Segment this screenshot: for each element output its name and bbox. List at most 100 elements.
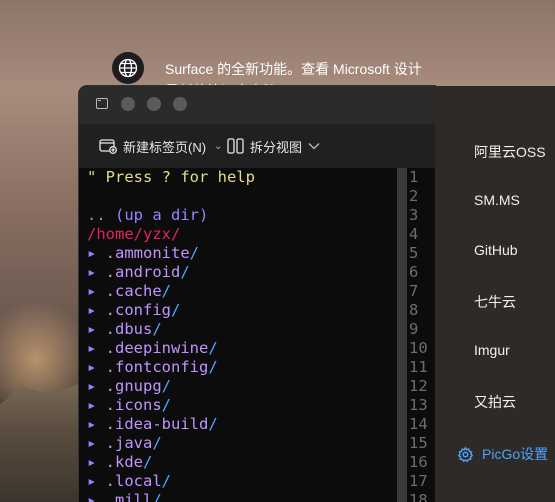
line-number: 3 — [409, 206, 419, 224]
globe-icon — [112, 52, 144, 84]
directory-name: .deepinwine — [105, 339, 209, 357]
line-number: 12 — [409, 377, 428, 395]
directory-slash: / — [152, 320, 162, 338]
gear-icon — [457, 445, 474, 462]
maximize-window-button[interactable] — [173, 97, 187, 111]
upload-menu: 阿里云OSS SM.MS GitHub 七牛云 Imgur 又拍云 PicGo设… — [435, 86, 555, 502]
directory-entry[interactable]: ▸ .config/ — [87, 301, 397, 320]
menu-item-qiniu[interactable]: 七牛云 — [474, 292, 516, 312]
collapsed-arrow-icon: ▸ — [87, 472, 106, 490]
chevron-down-icon[interactable]: ⌄ — [214, 141, 222, 152]
current-path: /home/yzx/ — [87, 225, 181, 243]
directory-slash: / — [208, 358, 218, 376]
settings-label: PicGo设置 — [482, 446, 549, 462]
directory-slash: / — [208, 339, 218, 357]
directory-entry[interactable]: ▸ .deepinwine/ — [87, 339, 397, 358]
directory-name: .mill — [105, 491, 153, 502]
terminal-window: 新建标签页(N) ⌄ 拆分视图 " Press ? for help .. (u… — [79, 86, 435, 502]
menu-item-smms[interactable]: SM.MS — [474, 192, 520, 208]
directory-slash: / — [152, 434, 162, 452]
directory-slash: / — [180, 263, 190, 281]
collapsed-arrow-icon: ▸ — [87, 415, 106, 433]
split-view-icon — [227, 138, 244, 154]
directory-name: .idea-build — [105, 415, 209, 433]
directory-slash: / — [161, 396, 172, 414]
directory-entry[interactable]: ▸ .cache/ — [87, 282, 397, 301]
directory-name: .local — [105, 472, 162, 490]
line-number: 16 — [409, 453, 428, 471]
line-number: 14 — [409, 415, 428, 433]
directory-name: .java — [105, 434, 153, 452]
directory-name: .cache — [105, 282, 162, 300]
collapsed-arrow-icon: ▸ — [87, 453, 106, 471]
directory-slash: / — [143, 453, 153, 471]
directory-name: .icons — [105, 396, 162, 414]
collapsed-arrow-icon: ▸ — [87, 301, 106, 319]
directory-slash: / — [161, 282, 172, 300]
line-number: 7 — [409, 282, 419, 300]
collapsed-arrow-icon: ▸ — [87, 377, 106, 395]
directory-name: .config — [105, 301, 171, 319]
directory-entry[interactable]: ▸ .kde/ — [87, 453, 397, 472]
directory-entry[interactable]: ▸ .idea-build/ — [87, 415, 397, 434]
menu-item-imgur[interactable]: Imgur — [474, 342, 510, 358]
line-number: 6 — [409, 263, 419, 281]
collapsed-arrow-icon: ▸ — [87, 282, 106, 300]
directory-name: .ammonite — [105, 244, 190, 262]
line-number: 1 — [409, 168, 419, 186]
line-number: 8 — [409, 301, 419, 319]
directory-entry[interactable]: ▸ .android/ — [87, 263, 397, 282]
wallpaper-landscape — [0, 380, 90, 502]
directory-slash: / — [161, 472, 172, 490]
collapsed-arrow-icon: ▸ — [87, 491, 106, 502]
directory-entry[interactable]: ▸ .local/ — [87, 472, 397, 491]
directory-slash: / — [208, 415, 218, 433]
terminal-icon — [96, 98, 108, 109]
collapsed-arrow-icon: ▸ — [87, 244, 106, 262]
menu-item-aliyun-oss[interactable]: 阿里云OSS — [474, 142, 546, 162]
directory-slash: / — [161, 377, 172, 395]
collapsed-arrow-icon: ▸ — [87, 358, 106, 376]
line-number: 13 — [409, 396, 428, 414]
directory-entry[interactable]: ▸ .fontconfig/ — [87, 358, 397, 377]
split-view-button[interactable]: 拆分视图 — [227, 134, 320, 158]
line-number: 10 — [409, 339, 428, 357]
directory-slash: / — [189, 244, 200, 262]
directory-name: .android — [105, 263, 181, 281]
menu-item-upyun[interactable]: 又拍云 — [474, 392, 516, 412]
directory-slash: / — [171, 301, 181, 319]
collapsed-arrow-icon: ▸ — [87, 263, 106, 281]
up-dir-entry[interactable]: .. (up a dir) — [87, 206, 397, 225]
new-tab-icon — [99, 139, 117, 154]
line-number: 17 — [409, 472, 428, 490]
line-number: 4 — [409, 225, 419, 243]
new-tab-label: 新建标签页(N) — [123, 139, 207, 155]
directory-name: .dbus — [105, 320, 153, 338]
line-number: 9 — [409, 320, 419, 338]
minimize-window-button[interactable] — [147, 97, 161, 111]
settings-link[interactable]: PicGo设置 — [457, 444, 548, 464]
file-tree: " Press ? for help .. (up a dir) /home/y… — [87, 168, 397, 502]
directory-list: ▸ .ammonite/▸ .android/▸ .cache/▸ .confi… — [87, 244, 397, 502]
new-tab-button[interactable]: 新建标签页(N) ⌄ — [99, 134, 222, 158]
directory-entry[interactable]: ▸ .ammonite/ — [87, 244, 397, 263]
directory-name: .kde — [105, 453, 143, 471]
close-window-button[interactable] — [121, 97, 135, 111]
directory-entry[interactable]: ▸ .icons/ — [87, 396, 397, 415]
line-number: 11 — [409, 358, 428, 376]
toolbar: 新建标签页(N) ⌄ 拆分视图 — [79, 124, 435, 168]
terminal-content[interactable]: " Press ? for help .. (up a dir) /home/y… — [79, 168, 435, 502]
directory-name: .gnupg — [105, 377, 162, 395]
line-number: 15 — [409, 434, 428, 452]
scrollbar[interactable] — [397, 168, 407, 502]
directory-entry[interactable]: ▸ .java/ — [87, 434, 397, 453]
line-number: 18 — [409, 491, 428, 502]
directory-slash: / — [152, 491, 162, 502]
directory-entry[interactable]: ▸ .dbus/ — [87, 320, 397, 339]
chevron-down-icon[interactable] — [308, 142, 320, 150]
directory-entry[interactable]: ▸ .mill/ — [87, 491, 397, 502]
menu-item-github[interactable]: GitHub — [474, 242, 518, 258]
directory-entry[interactable]: ▸ .gnupg/ — [87, 377, 397, 396]
line-number: 5 — [409, 244, 419, 262]
